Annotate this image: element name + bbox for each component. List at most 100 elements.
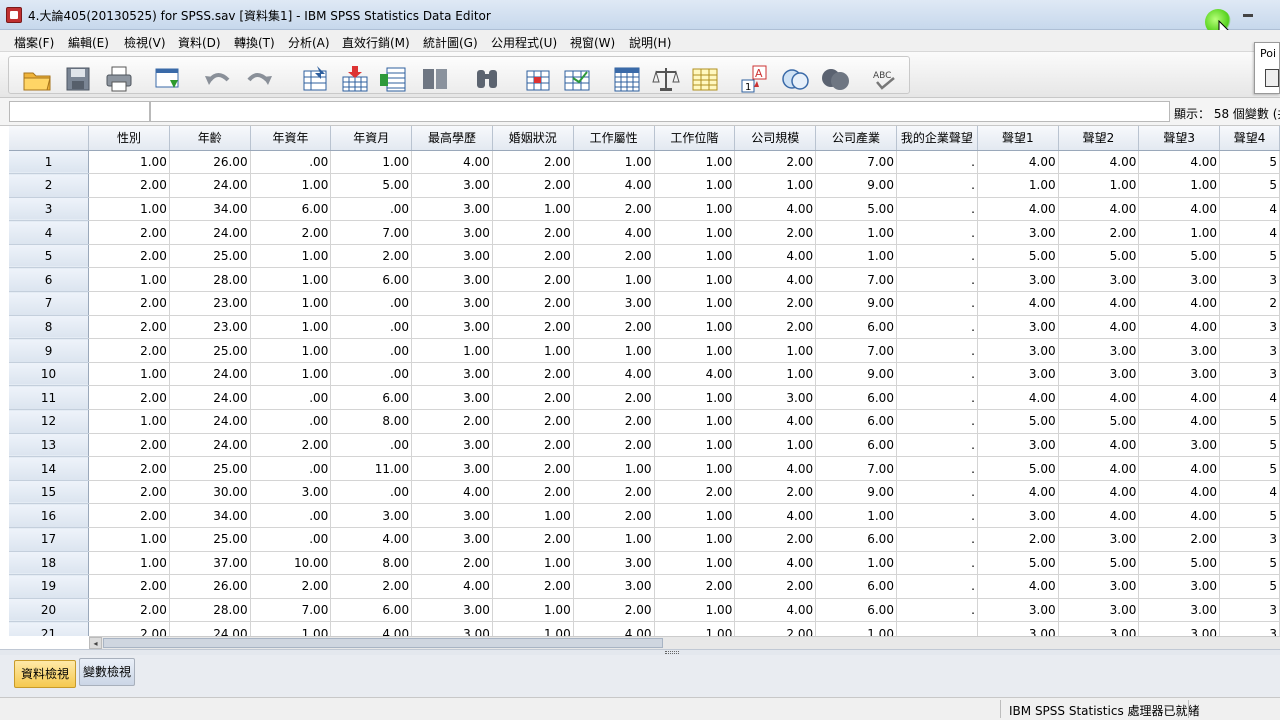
data-cell[interactable]: 7.00 [815, 456, 897, 481]
row-header[interactable]: 8 [9, 315, 90, 340]
data-cell[interactable]: 3.00 [411, 621, 493, 636]
data-cell[interactable]: 9.00 [815, 291, 897, 316]
data-cell[interactable]: 3.00 [1058, 574, 1140, 599]
data-cell[interactable]: 2.00 [734, 315, 817, 340]
data-cell[interactable]: 4.00 [734, 244, 817, 269]
data-cell[interactable]: 2.00 [88, 173, 170, 198]
data-cell[interactable]: 1.00 [734, 173, 817, 198]
weight-cases-icon[interactable] [650, 64, 682, 94]
column-header[interactable]: 年齡 [169, 126, 251, 151]
data-cell[interactable]: 2.00 [88, 244, 170, 269]
data-cell[interactable]: 5.00 [1138, 244, 1221, 269]
data-cell[interactable]: 2.00 [492, 267, 574, 293]
data-cell[interactable]: 4.00 [977, 385, 1059, 411]
data-cell[interactable]: 1.00 [573, 150, 655, 175]
data-cell[interactable]: .00 [250, 503, 332, 528]
data-cell[interactable]: 3.00 [977, 338, 1059, 363]
data-cell[interactable]: 3 [1219, 338, 1280, 363]
column-header[interactable]: 工作位階 [654, 126, 736, 151]
data-cell[interactable]: 2.00 [88, 338, 170, 363]
data-cell[interactable]: 9.00 [815, 480, 897, 505]
data-cell[interactable]: 2.00 [573, 598, 655, 623]
print-icon[interactable] [103, 64, 135, 94]
data-cell[interactable]: 3.00 [977, 220, 1059, 245]
column-header[interactable]: 我的企業聲望 [896, 126, 978, 151]
data-cell[interactable]: 24.00 [169, 385, 251, 411]
menu-item[interactable]: 公用程式(U) [491, 34, 557, 51]
data-cell[interactable]: 1.00 [654, 456, 736, 481]
data-cell[interactable]: 3.00 [411, 433, 493, 458]
data-cell[interactable]: 2.00 [250, 433, 332, 458]
data-cell[interactable]: 25.00 [169, 338, 251, 363]
data-cell[interactable]: 3.00 [1138, 267, 1221, 293]
data-cell[interactable]: 4 [1219, 220, 1280, 245]
data-cell[interactable]: 3 [1219, 362, 1280, 387]
data-cell[interactable]: 1.00 [654, 220, 736, 245]
data-cell[interactable]: . [896, 385, 978, 411]
data-cell[interactable]: 6.00 [815, 315, 897, 340]
data-cell[interactable]: 4.00 [1058, 150, 1140, 175]
data-cell[interactable]: 3.00 [1138, 621, 1221, 636]
column-header[interactable]: 公司規模 [734, 126, 817, 151]
data-cell[interactable]: 4.00 [1138, 456, 1221, 481]
data-cell[interactable]: .00 [330, 338, 413, 363]
data-cell[interactable]: 4.00 [1058, 315, 1140, 340]
data-cell[interactable]: 3 [1219, 598, 1280, 623]
data-cell[interactable]: 1.00 [492, 621, 574, 636]
data-cell[interactable]: 3.00 [1058, 267, 1140, 293]
row-header[interactable]: 1 [9, 150, 90, 175]
data-cell[interactable]: 25.00 [169, 527, 251, 552]
data-cell[interactable]: . [896, 480, 978, 505]
data-cell[interactable]: 3.00 [411, 244, 493, 269]
data-cell[interactable]: . [896, 267, 978, 293]
dialog-recall-icon[interactable] [152, 64, 184, 94]
data-cell[interactable]: 4.00 [411, 150, 493, 175]
data-cell[interactable]: 2.00 [492, 574, 574, 599]
data-cell[interactable]: 2.00 [492, 385, 574, 411]
row-header[interactable]: 16 [9, 503, 90, 528]
row-header[interactable]: 11 [9, 385, 90, 411]
data-cell[interactable]: 2.00 [411, 409, 493, 434]
data-cell[interactable]: 1.00 [815, 244, 897, 269]
data-cell[interactable]: 1.00 [654, 409, 736, 434]
data-cell[interactable]: 11.00 [330, 456, 413, 481]
data-cell[interactable]: 4.00 [1058, 385, 1140, 411]
spss-app-icon[interactable] [6, 7, 22, 23]
data-cell[interactable]: 8.00 [330, 409, 413, 434]
data-cell[interactable]: 23.00 [169, 315, 251, 340]
split-file-icon[interactable] [611, 64, 643, 94]
data-cell[interactable]: 4.00 [734, 267, 817, 293]
data-cell[interactable]: 2.00 [88, 621, 170, 636]
data-cell[interactable]: 1.00 [654, 197, 736, 222]
data-cell[interactable]: .00 [330, 197, 413, 222]
data-cell[interactable]: 24.00 [169, 173, 251, 198]
data-cell[interactable]: 5.00 [977, 456, 1059, 481]
data-cell[interactable]: 2.00 [654, 574, 736, 599]
data-cell[interactable]: 5 [1219, 574, 1280, 599]
use-variable-sets-icon[interactable] [779, 64, 811, 94]
data-cell[interactable]: . [896, 291, 978, 316]
data-cell[interactable]: 3.00 [1058, 338, 1140, 363]
column-header[interactable]: 聲望1 [977, 126, 1059, 151]
menu-item[interactable]: 編輯(E) [68, 34, 109, 51]
data-cell[interactable]: 1.00 [977, 173, 1059, 198]
scrollbar-thumb[interactable] [103, 638, 663, 648]
data-cell[interactable]: 1.00 [411, 338, 493, 363]
data-cell[interactable]: 3.00 [977, 362, 1059, 387]
data-cell[interactable]: 6.00 [330, 385, 413, 411]
data-cell[interactable]: .00 [330, 315, 413, 340]
menu-item[interactable]: 直效行銷(M) [342, 34, 410, 51]
data-cell[interactable]: 1.00 [88, 409, 170, 434]
data-cell[interactable]: 10.00 [250, 551, 332, 576]
data-cell[interactable]: 1.00 [654, 621, 736, 636]
column-header[interactable]: 最高學歷 [411, 126, 493, 151]
data-cell[interactable]: .00 [330, 480, 413, 505]
row-header[interactable]: 3 [9, 197, 90, 222]
data-cell[interactable]: 6.00 [815, 409, 897, 434]
menu-item[interactable]: 分析(A) [288, 34, 330, 51]
row-header[interactable]: 6 [9, 267, 90, 293]
data-cell[interactable]: 4.00 [1138, 291, 1221, 316]
data-cell[interactable]: .00 [250, 150, 332, 175]
data-cell[interactable]: 24.00 [169, 433, 251, 458]
data-cell[interactable]: 5.00 [977, 551, 1059, 576]
